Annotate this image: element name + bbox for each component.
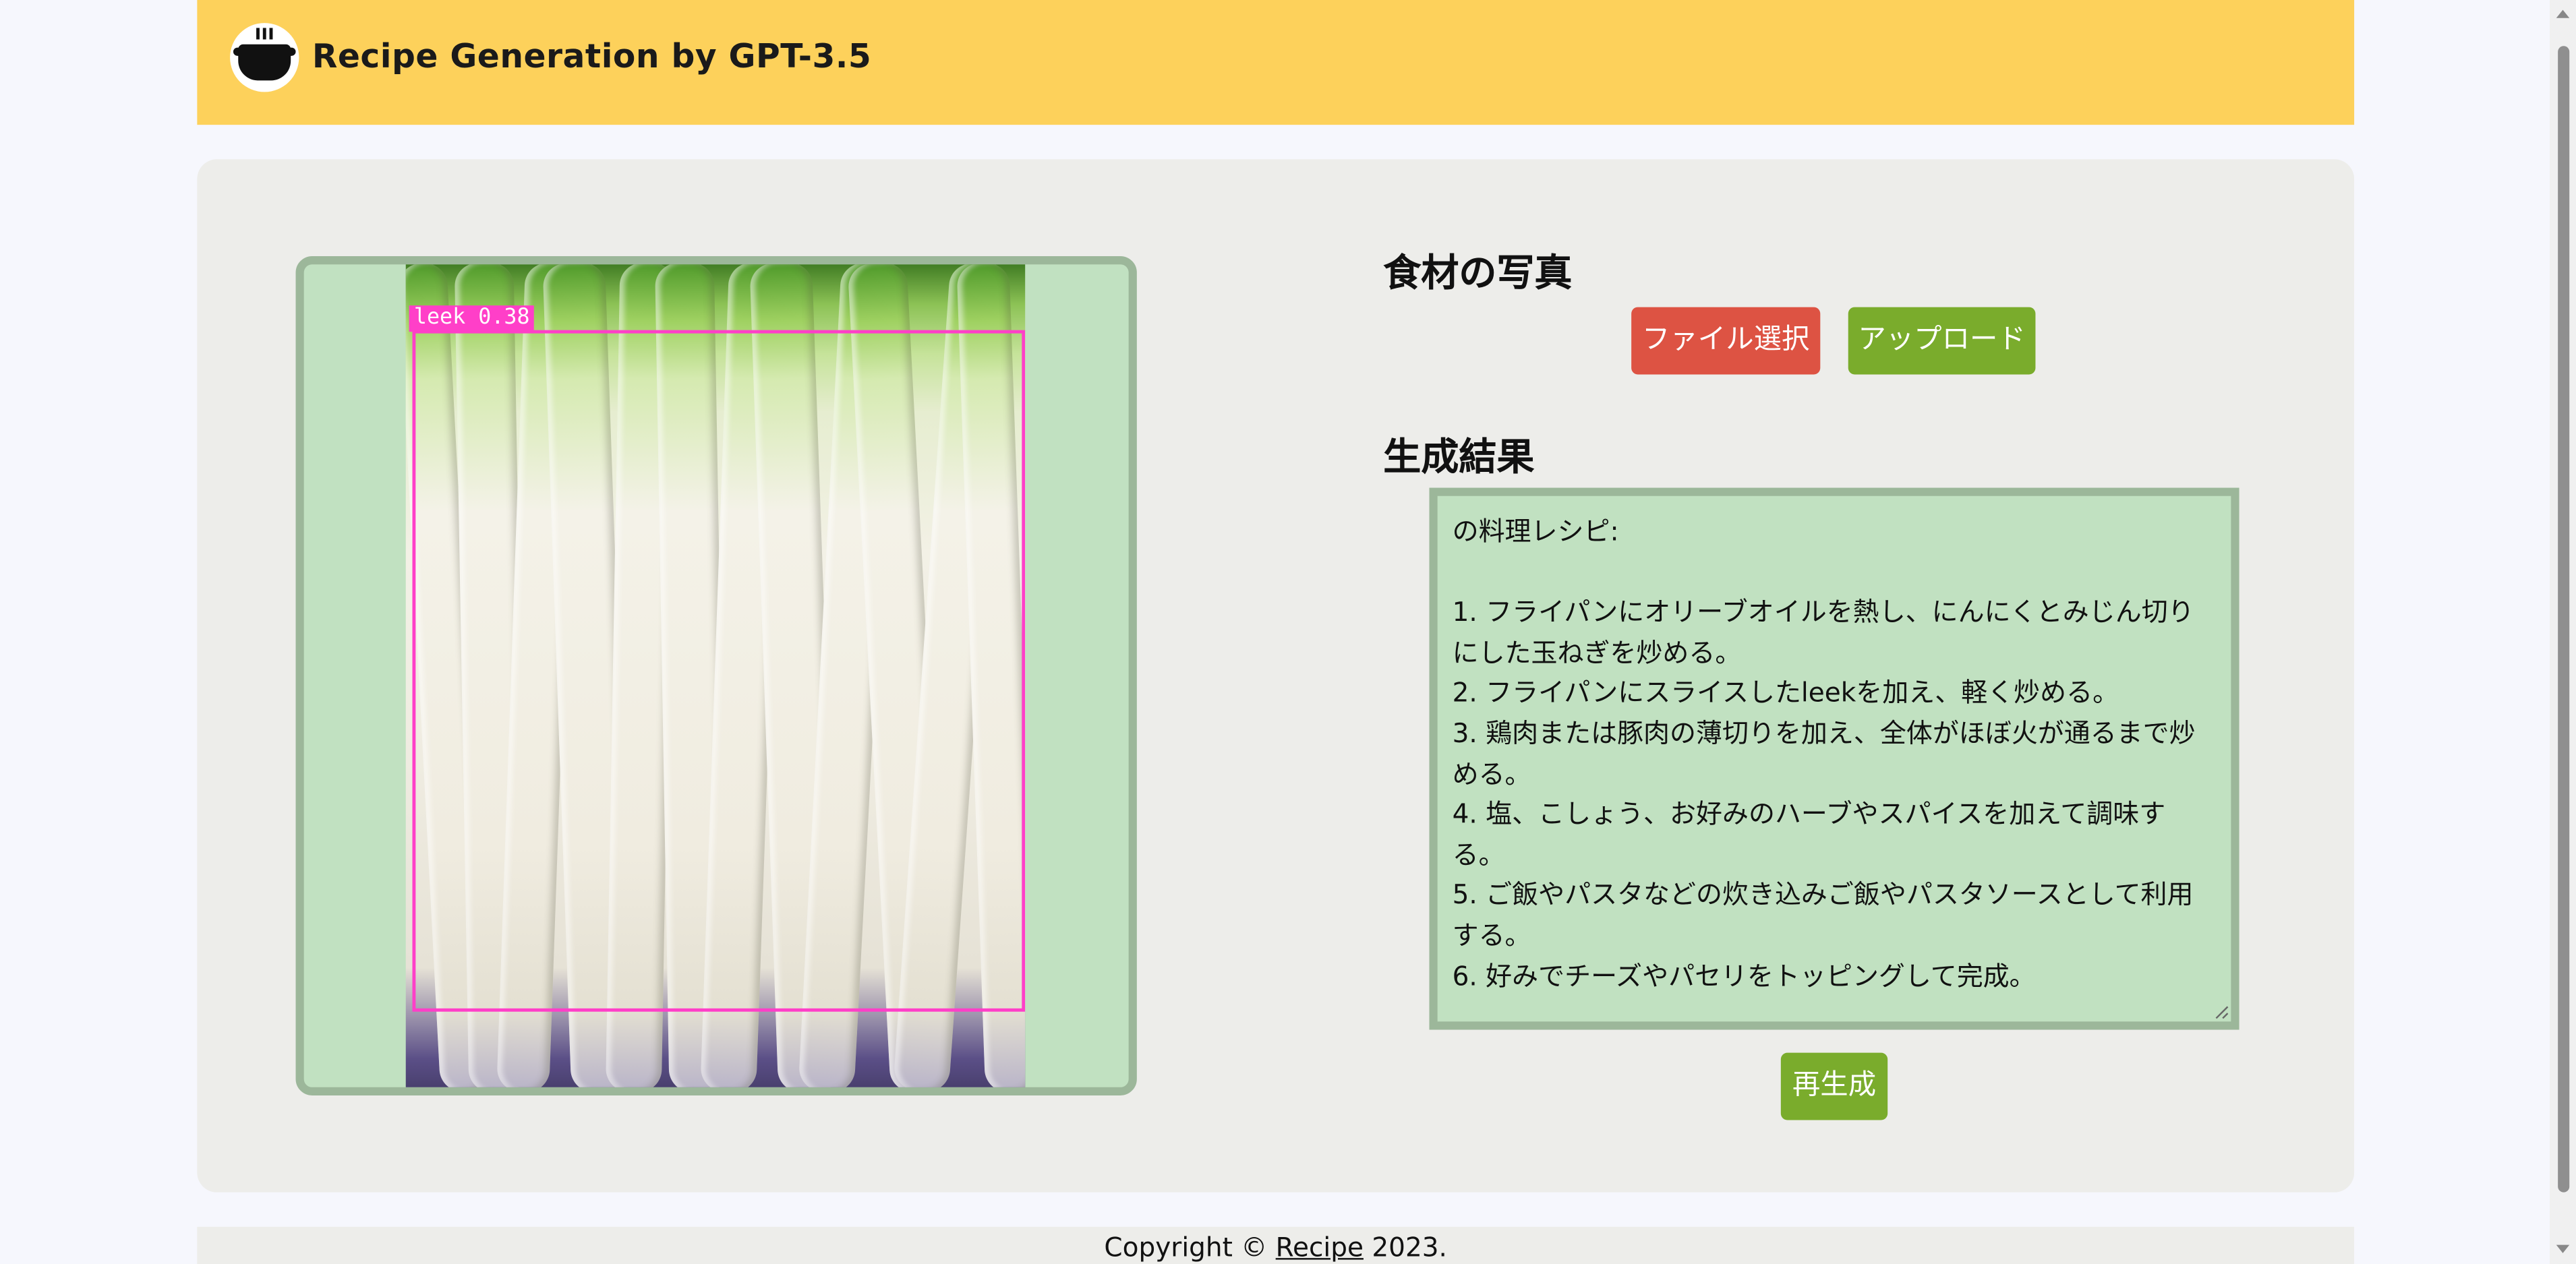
site-footer: Copyright © Recipe 2023. <box>197 1226 2355 1264</box>
site-header: Recipe Generation by GPT-3.5 <box>197 0 2355 125</box>
upload-button[interactable]: アップロード <box>1848 307 2036 375</box>
scroll-down-icon[interactable] <box>2556 1244 2570 1253</box>
regenerate-button[interactable]: 再生成 <box>1780 1052 1888 1120</box>
photo-frame: leek 0.38 <box>295 256 1137 1095</box>
result-section-heading: 生成結果 <box>1383 437 1535 480</box>
photo-section-heading: 食材の写真 <box>1383 253 1573 296</box>
file-select-button[interactable]: ファイル選択 <box>1631 307 1821 375</box>
result-textarea[interactable]: の料理レシピ: 1. フライパンにオリーブオイルを熱し、にんにくとみじん切りにし… <box>1429 487 2240 1030</box>
ingredient-photo: leek 0.38 <box>405 264 1026 1087</box>
detection-label: leek 0.38 <box>409 305 535 332</box>
copyright-prefix: Copyright © <box>1104 1232 1276 1263</box>
scroll-up-icon[interactable] <box>2556 9 2570 18</box>
resize-grip-icon[interactable] <box>2213 1004 2229 1020</box>
copyright-suffix: 2023. <box>1363 1232 1447 1263</box>
scroll-thumb[interactable] <box>2558 46 2570 1193</box>
detection-box <box>412 330 1026 1012</box>
cooking-pot-icon <box>230 23 299 92</box>
app-title: Recipe Generation by GPT-3.5 <box>312 36 872 76</box>
page-scrollbar[interactable] <box>2549 0 2576 1264</box>
recipe-link[interactable]: Recipe <box>1276 1232 1364 1263</box>
